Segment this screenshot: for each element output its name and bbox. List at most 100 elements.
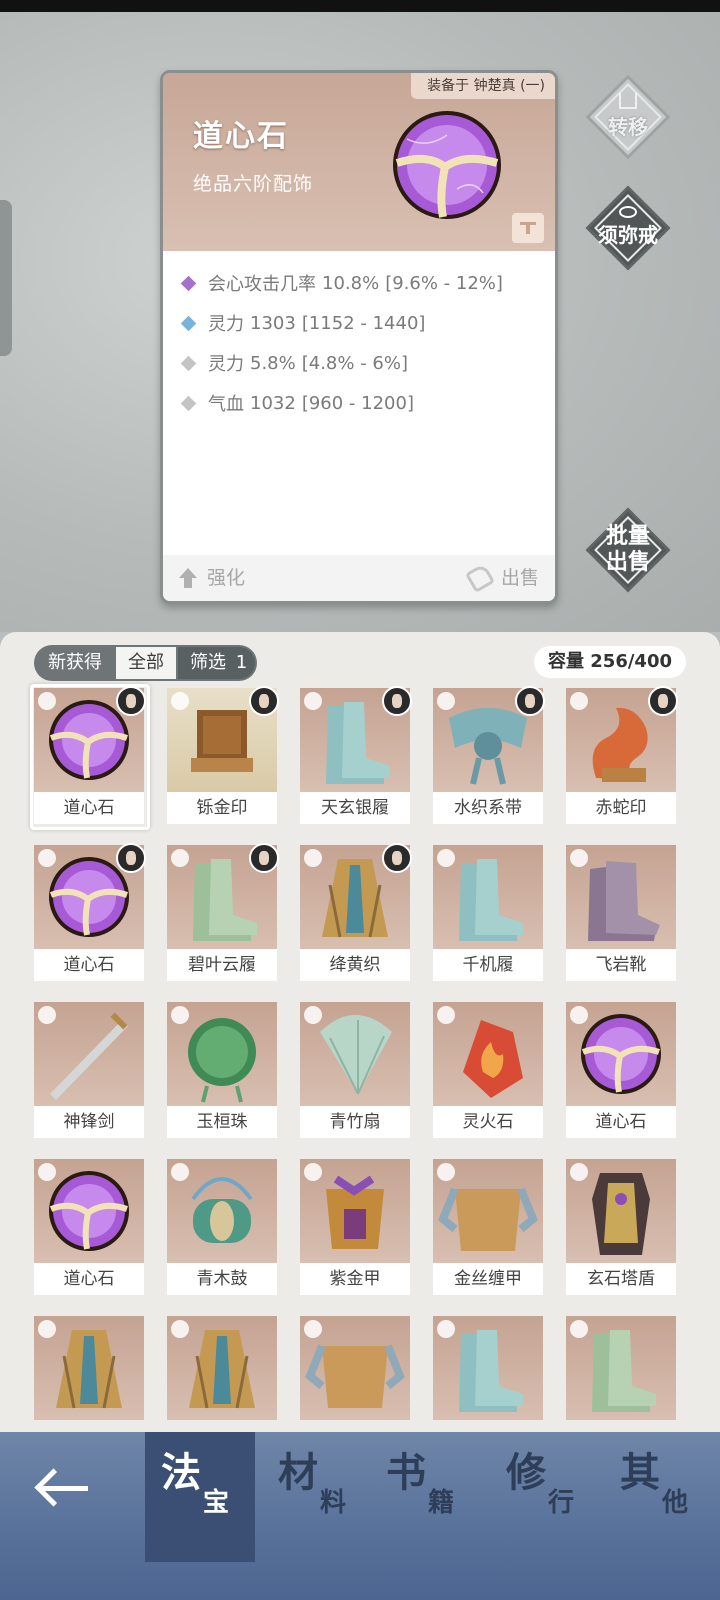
item-type-icon: [171, 1163, 189, 1181]
inventory-item[interactable]: 千机履: [433, 845, 543, 981]
equipped-character-avatar: [515, 686, 545, 716]
equipped-character-avatar: [249, 686, 279, 716]
dao-heart-stone-icon: [393, 111, 501, 219]
tab-treasures[interactable]: 法 宝: [145, 1432, 255, 1562]
inventory-item[interactable]: 道心石: [566, 1002, 676, 1138]
tab-sub-char: 宝: [203, 1488, 230, 1518]
filter-label: 筛选: [190, 652, 226, 673]
inventory-item[interactable]: 天玄银履: [300, 686, 412, 824]
lock-icon[interactable]: [512, 213, 544, 243]
diamond-icon: [180, 355, 197, 371]
stat-range: [960 - 1200]: [301, 392, 414, 414]
tab-others[interactable]: 其 他: [604, 1432, 714, 1562]
stat-row: 灵力 1303 [1152 - 1440]: [179, 303, 549, 343]
stat-range: [9.6% - 12%]: [385, 272, 503, 294]
item-name-label: 青木鼓: [167, 1263, 277, 1295]
item-detail-header: 装备于 钟楚真 (一) 道心石 绝品六阶配饰: [163, 73, 555, 251]
inventory-item[interactable]: 碧叶云履: [167, 843, 279, 981]
stat-row: 气血 1032 [960 - 1200]: [179, 383, 549, 423]
equipped-character-avatar: [116, 843, 146, 873]
inventory-item[interactable]: 铄金印: [167, 686, 279, 824]
inventory-item[interactable]: 神锋剑: [34, 1002, 144, 1138]
item-type-icon: [437, 1320, 455, 1338]
item-name-label: 玉桓珠: [167, 1106, 277, 1138]
inventory-item[interactable]: 道心石: [30, 684, 150, 830]
diamond-icon: [180, 275, 197, 291]
inventory-item[interactable]: 绛黄织: [300, 843, 412, 981]
item-name-label: 金丝缠甲: [433, 1263, 543, 1295]
inventory-panel: 新获得 全部 筛选 1 容量 256/400 道心石 铄金印 天玄银履 水织系带 赤蛇印…: [0, 632, 720, 1432]
stat-label: 灵力: [208, 314, 244, 335]
tab-sub-char: 料: [320, 1488, 347, 1518]
item-type-icon: [171, 849, 189, 867]
item-type-icon: [38, 692, 56, 710]
sell-label: 出售: [500, 567, 539, 589]
tab-books[interactable]: 书 籍: [370, 1432, 480, 1562]
batch-sell-line2: 出售: [605, 550, 650, 575]
item-grade: 绝品六阶配饰: [193, 173, 314, 195]
equipped-character-avatar: [648, 686, 678, 716]
inventory-item[interactable]: 道心石: [34, 1159, 144, 1295]
stat-range: [4.8% - 6%]: [301, 352, 409, 374]
inventory-item[interactable]: 青木鼓: [167, 1159, 277, 1295]
side-drawer-handle[interactable]: [0, 200, 12, 356]
inventory-item[interactable]: 赤蛇印: [566, 686, 678, 824]
item-name-label: 水织系带: [433, 792, 543, 824]
tab-cultivation[interactable]: 修 行: [490, 1432, 600, 1562]
tab-main-char: 法: [161, 1450, 201, 1496]
inventory-item[interactable]: 道心石: [34, 843, 146, 981]
price-tag-icon: [464, 562, 496, 594]
item-type-icon: [38, 849, 56, 867]
tab-main-char: 材: [278, 1450, 318, 1496]
item-name-label: 道心石: [34, 1263, 144, 1295]
item-name-label: 绛黄织: [300, 949, 410, 981]
equipped-character-avatar: [382, 843, 412, 873]
batch-sell-button[interactable]: 批量 出售: [585, 507, 671, 593]
item-name-label: 铄金印: [167, 792, 277, 824]
stat-label: 灵力: [208, 354, 244, 375]
inventory-item[interactable]: 青竹扇: [300, 1002, 410, 1138]
stat-label: 气血: [208, 394, 244, 415]
sumeru-ring-button[interactable]: 须弥戒: [585, 185, 671, 271]
inventory-item[interactable]: 灵火石: [433, 1002, 543, 1138]
item-name-label: 赤蛇印: [566, 792, 676, 824]
item-type-icon: [304, 1163, 322, 1181]
item-name-label: 天玄银履: [300, 792, 410, 824]
item-name-label: 神锋剑: [34, 1106, 144, 1138]
inventory-item[interactable]: 紫金甲: [300, 1159, 410, 1295]
stat-range: [1152 - 1440]: [301, 312, 426, 334]
inventory-item[interactable]: 水织系带: [433, 686, 545, 824]
item-type-icon: [304, 1006, 322, 1024]
sell-button[interactable]: 出售: [464, 555, 539, 601]
status-bar: [0, 0, 720, 12]
inventory-item[interactable]: 金丝缠甲: [433, 1159, 543, 1295]
inventory-item[interactable]: 玉桓珠: [167, 1002, 277, 1138]
item-type-icon: [437, 1006, 455, 1024]
item-detail-footer: 强化 出售: [163, 555, 555, 601]
item-name-label: 灵火石: [433, 1106, 543, 1138]
equipped-character-avatar: [249, 843, 279, 873]
item-name-label: 飞岩靴: [566, 949, 676, 981]
item-detail-card: 装备于 钟楚真 (一) 道心石 绝品六阶配饰 会心攻击几率 10.8% [9.6…: [160, 70, 558, 604]
stat-label: 会心攻击几率: [208, 274, 316, 295]
back-arrow-icon[interactable]: [34, 1462, 96, 1514]
tab-new-acquired[interactable]: 新获得: [36, 647, 114, 679]
diamond-icon: [180, 395, 197, 411]
item-name-label: 道心石: [34, 949, 144, 981]
tab-all[interactable]: 全部: [116, 647, 176, 679]
tab-materials[interactable]: 材 料: [262, 1432, 372, 1562]
strengthen-button[interactable]: 强化: [179, 555, 245, 601]
batch-sell-label: 批量 出售: [586, 508, 670, 592]
inventory-item[interactable]: 飞岩靴: [566, 845, 676, 981]
inventory-item[interactable]: 玄石塔盾: [566, 1159, 676, 1295]
stat-value: 10.8%: [322, 272, 380, 294]
item-name-label: 玄石塔盾: [566, 1263, 676, 1295]
transfer-button[interactable]: 转移: [585, 74, 671, 160]
item-type-icon: [304, 692, 322, 710]
item-type-icon: [38, 1163, 56, 1181]
tab-filter[interactable]: 筛选 1: [178, 647, 256, 679]
item-type-icon: [570, 1006, 588, 1024]
stat-value: 1032: [250, 392, 296, 414]
equipped-character-avatar: [116, 686, 146, 716]
item-name-label: 碧叶云履: [167, 949, 277, 981]
